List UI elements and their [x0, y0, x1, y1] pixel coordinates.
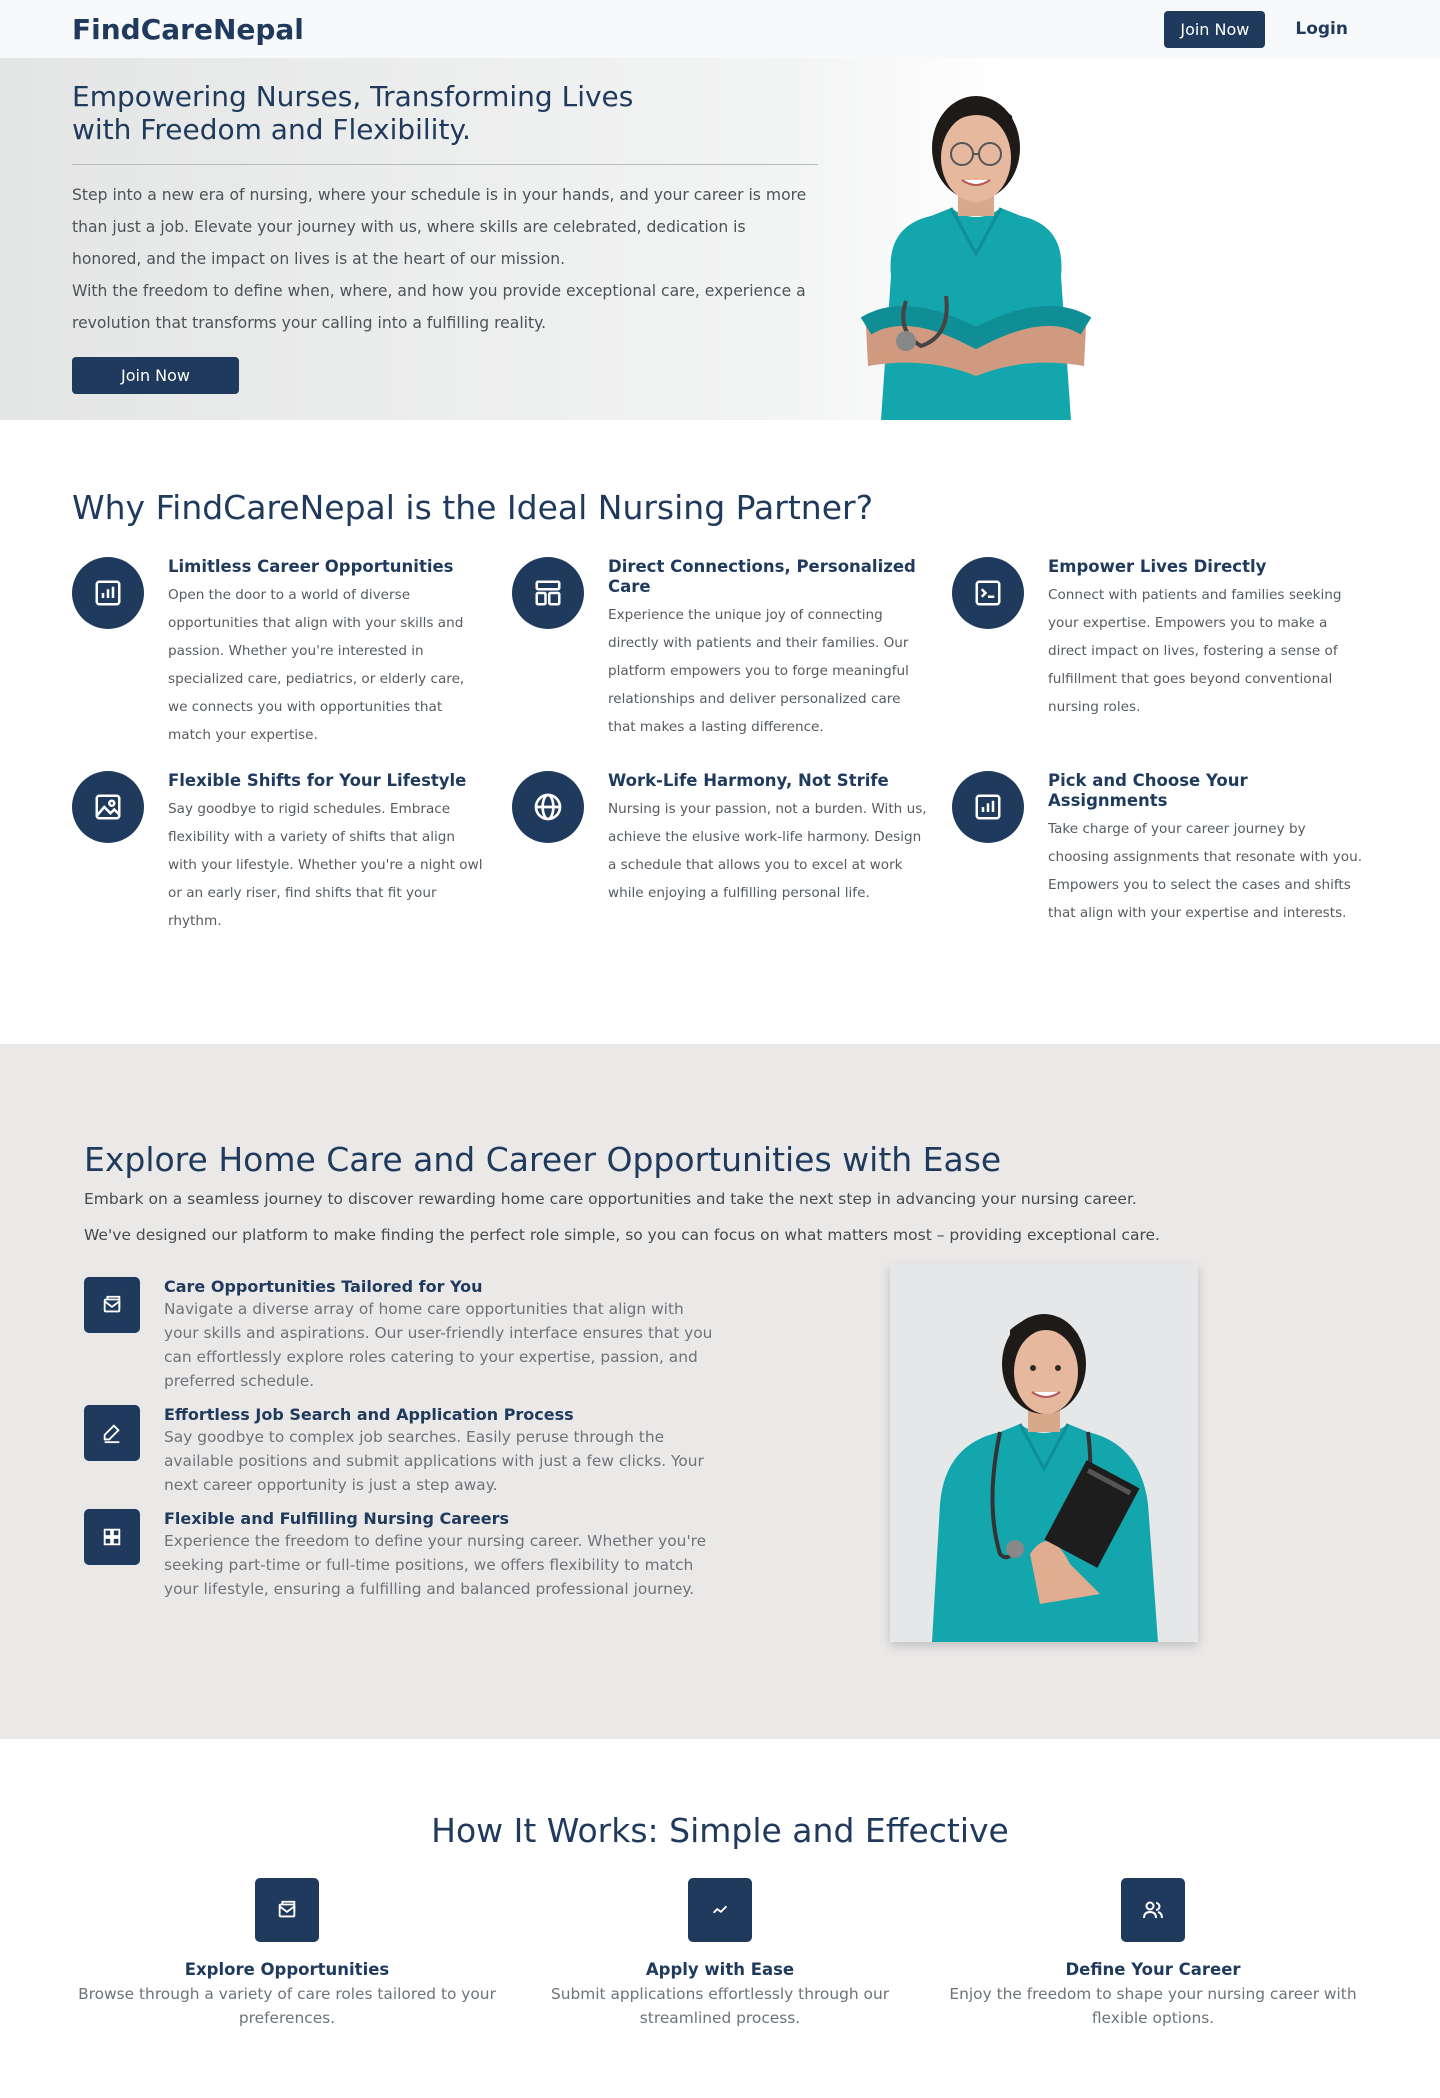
how-step-title: Explore Opportunities — [184, 1960, 390, 1979]
image-icon — [72, 771, 144, 843]
bar-chart-icon — [72, 557, 144, 629]
feature-body: Flexible Shifts for Your Lifestyle Say g… — [168, 771, 488, 935]
explore-item-text: Experience the freedom to define your nu… — [164, 1532, 707, 1598]
explore-list: Care Opportunities Tailored for You Navi… — [84, 1277, 714, 1601]
envelope-icon — [84, 1277, 140, 1333]
how-steps: Explore Opportunities Browse through a v… — [72, 1878, 1368, 2030]
explore-item-title: Care Opportunities Tailored for You — [164, 1277, 483, 1296]
feature-item: Limitless Career Opportunities Open the … — [72, 557, 512, 749]
how-title: How It Works: Simple and Effective — [431, 1811, 1009, 1850]
layout-icon — [512, 557, 584, 629]
feature-text: Open the door to a world of diverse oppo… — [168, 587, 465, 743]
explore-subtitle-1: Embark on a seamless journey to discover… — [84, 1190, 1137, 1208]
feature-text: Connect with patients and families seeki… — [1048, 587, 1342, 715]
feature-text: Say goodbye to rigid schedules. Embrace … — [168, 801, 483, 929]
how-section: How It Works: Simple and Effective Explo… — [0, 1739, 1440, 2098]
feature-item: Direct Connections, Personalized Care Ex… — [512, 557, 952, 749]
feature-item: Work-Life Harmony, Not Strife Nursing is… — [512, 771, 952, 935]
why-title: Why FindCareNepal is the Ideal Nursing P… — [72, 488, 874, 527]
terminal-icon — [952, 557, 1024, 629]
feature-item: Empower Lives Directly Connect with pati… — [952, 557, 1392, 749]
nav-actions: Join Now Login — [1164, 10, 1368, 48]
nurse-hero-image — [860, 96, 1092, 420]
feature-body: Direct Connections, Personalized Care Ex… — [608, 557, 928, 749]
feature-body: Empower Lives Directly Connect with pati… — [1048, 557, 1368, 749]
globe-icon — [512, 771, 584, 843]
trend-icon — [688, 1878, 752, 1942]
hero-title-line2: with Freedom and Flexibility. — [72, 113, 471, 146]
explore-item-body: Flexible and Fulfilling Nursing Careers … — [164, 1509, 714, 1601]
feature-item: Pick and Choose Your Assignments Take ch… — [952, 771, 1392, 935]
explore-item: Care Opportunities Tailored for You Navi… — [84, 1277, 714, 1393]
how-step-text: Enjoy the freedom to shape your nursing … — [949, 1985, 1357, 2027]
explore-section: Explore Home Care and Career Opportuniti… — [0, 1044, 1440, 1739]
explore-item-body: Care Opportunities Tailored for You Navi… — [164, 1277, 714, 1393]
how-step-text: Browse through a variety of care roles t… — [78, 1985, 496, 2027]
hero-title: Empowering Nurses, Transforming Lives wi… — [72, 80, 818, 146]
hero-content: Empowering Nurses, Transforming Lives wi… — [72, 80, 818, 394]
feature-title: Limitless Career Opportunities — [168, 557, 454, 576]
nurse-clipboard-image — [890, 1264, 1198, 1642]
feature-title: Flexible Shifts for Your Lifestyle — [168, 771, 467, 790]
brand-logo[interactable]: FindCareNepal — [72, 13, 304, 46]
feature-title: Work-Life Harmony, Not Strife — [608, 771, 889, 790]
how-step-title: Define Your Career — [1065, 1960, 1241, 1979]
nav-login-link[interactable]: Login — [1291, 19, 1368, 39]
how-step: Define Your Career Enjoy the freedom to … — [938, 1878, 1368, 2030]
explore-item-title: Flexible and Fulfilling Nursing Careers — [164, 1509, 510, 1528]
explore-title: Explore Home Care and Career Opportuniti… — [84, 1140, 1002, 1179]
how-step: Apply with Ease Submit applications effo… — [505, 1878, 935, 2030]
explore-item-text: Say goodbye to complex job searches. Eas… — [164, 1428, 704, 1494]
hero-title-line1: Empowering Nurses, Transforming Lives — [72, 80, 634, 113]
hero-paragraph-1: Step into a new era of nursing, where yo… — [72, 186, 807, 268]
navbar: FindCareNepal Join Now Login — [0, 0, 1440, 58]
how-step: Explore Opportunities Browse through a v… — [72, 1878, 502, 2030]
explore-item-text: Navigate a diverse array of home care op… — [164, 1300, 713, 1390]
grid-icon — [84, 1509, 140, 1565]
pencil-icon — [84, 1405, 140, 1461]
nav-join-button[interactable]: Join Now — [1164, 10, 1266, 48]
explore-item-title: Effortless Job Search and Application Pr… — [164, 1405, 574, 1424]
feature-text: Experience the unique joy of connecting … — [608, 607, 909, 735]
explore-item: Effortless Job Search and Application Pr… — [84, 1405, 714, 1497]
feature-body: Limitless Career Opportunities Open the … — [168, 557, 488, 749]
why-features-grid: Limitless Career Opportunities Open the … — [72, 557, 1368, 935]
explore-subtitle-2: We've designed our platform to make find… — [84, 1226, 1160, 1244]
feature-title: Pick and Choose Your Assignments — [1048, 771, 1248, 810]
hero-section: Empowering Nurses, Transforming Lives wi… — [0, 58, 1440, 420]
why-section: Why FindCareNepal is the Ideal Nursing P… — [0, 420, 1440, 1044]
envelope-icon — [255, 1878, 319, 1942]
users-icon — [1121, 1878, 1185, 1942]
hero-join-button[interactable]: Join Now — [72, 357, 239, 394]
hero-paragraph-2: With the freedom to define when, where, … — [72, 282, 806, 332]
how-step-title: Apply with Ease — [645, 1960, 795, 1979]
bar-chart-icon — [952, 771, 1024, 843]
explore-item: Flexible and Fulfilling Nursing Careers … — [84, 1509, 714, 1601]
how-step-text: Submit applications effortlessly through… — [550, 1985, 890, 2027]
feature-body: Work-Life Harmony, Not Strife Nursing is… — [608, 771, 928, 935]
explore-item-body: Effortless Job Search and Application Pr… — [164, 1405, 714, 1497]
feature-text: Take charge of your career journey by ch… — [1048, 821, 1363, 921]
hero-divider — [72, 164, 818, 165]
feature-text: Nursing is your passion, not a burden. W… — [608, 801, 927, 901]
feature-title: Empower Lives Directly — [1048, 557, 1267, 576]
feature-item: Flexible Shifts for Your Lifestyle Say g… — [72, 771, 512, 935]
feature-body: Pick and Choose Your Assignments Take ch… — [1048, 771, 1368, 935]
feature-title: Direct Connections, Personalized Care — [608, 557, 916, 596]
